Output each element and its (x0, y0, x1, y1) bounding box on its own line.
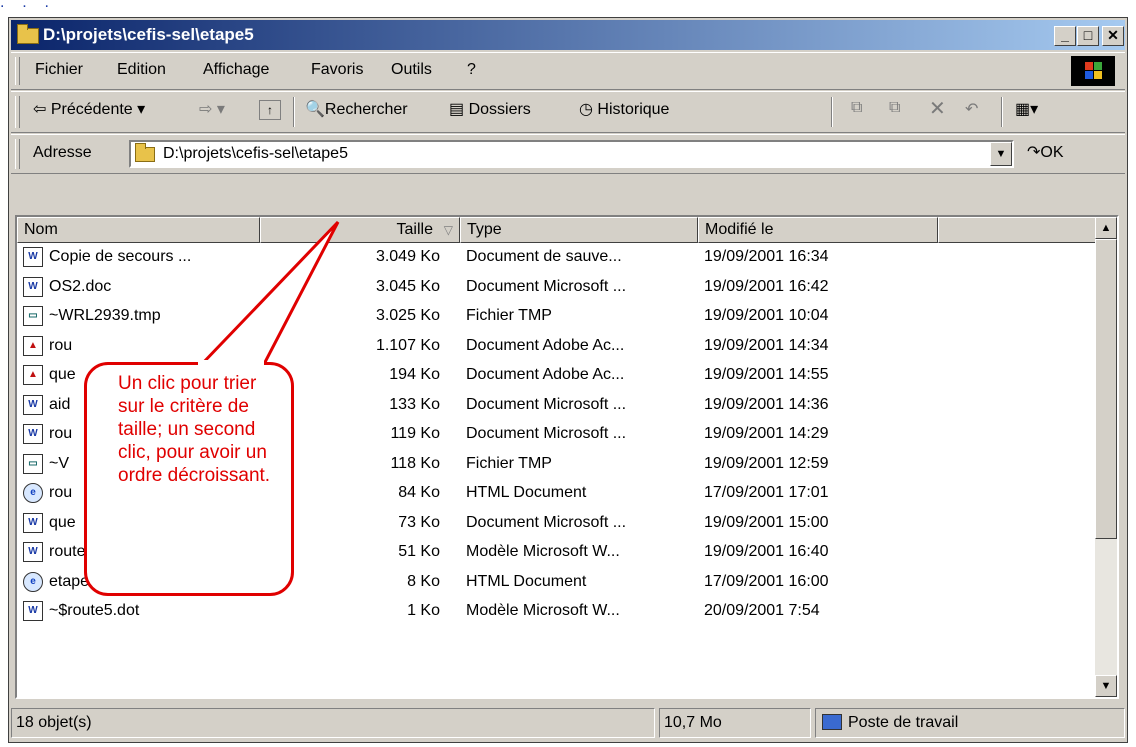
callout-text: Un clic pour trier sur le critère de tai… (118, 373, 271, 486)
callout-joint (198, 360, 264, 368)
callout-pointer-shape (196, 220, 340, 370)
